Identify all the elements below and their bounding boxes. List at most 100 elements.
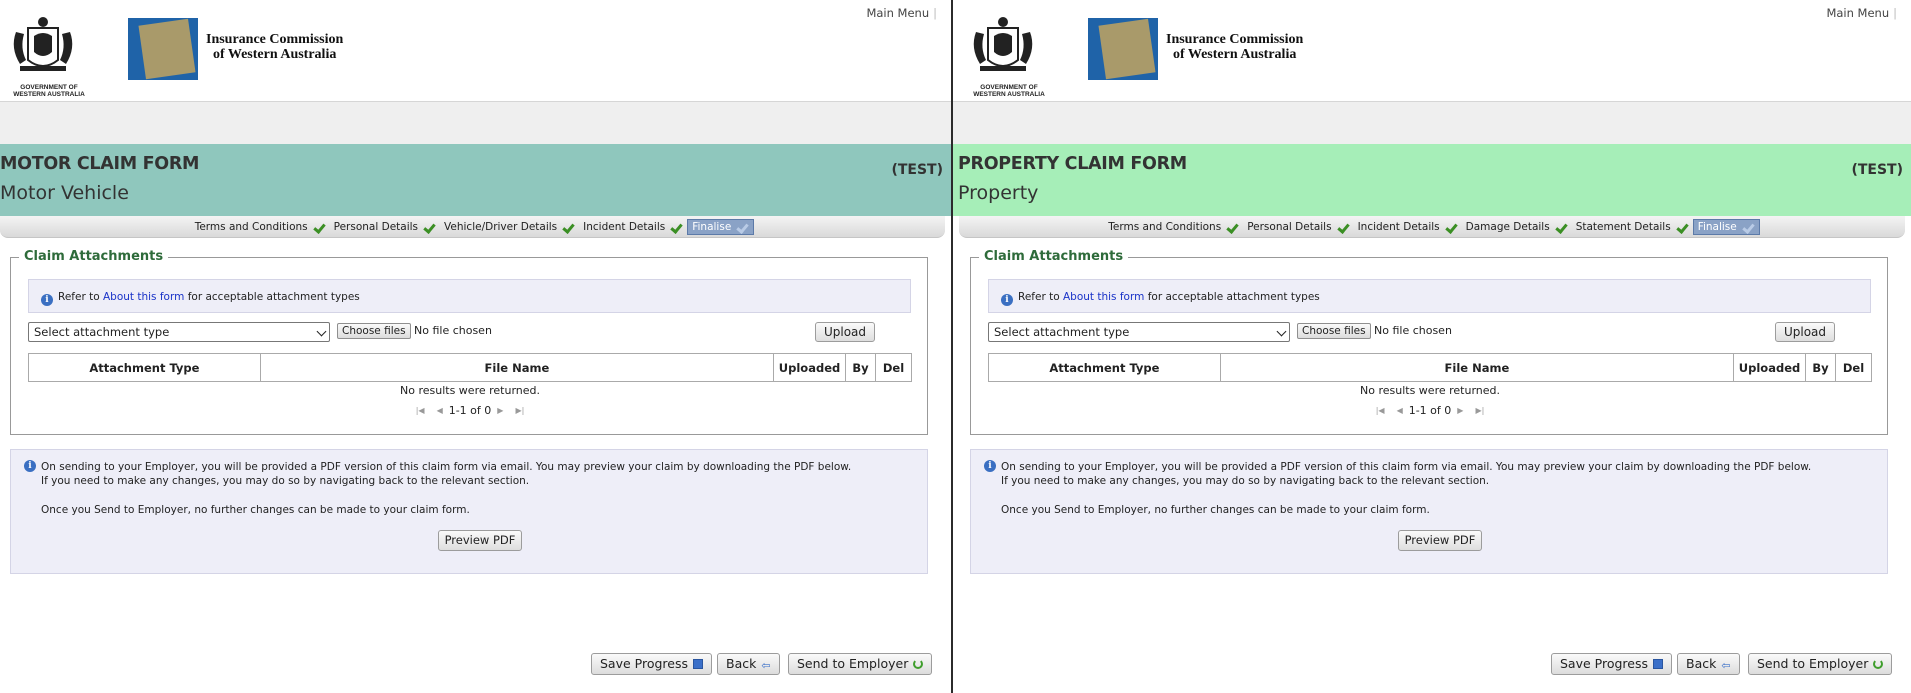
info-line-1: On sending to your Employer, you will be… xyxy=(1001,461,1812,473)
preview-pdf-button[interactable]: Preview PDF xyxy=(438,530,522,551)
gov-logo-text: GOVERNMENT OF WESTERN AUSTRALIA xyxy=(973,84,1045,98)
info-icon: i xyxy=(1001,294,1013,306)
claim-attachments-fieldset: Claim Attachments i Refer to About this f… xyxy=(10,249,929,435)
info-line-2: If you need to make any changes, you may… xyxy=(1001,475,1490,487)
col-by[interactable]: By xyxy=(1805,353,1836,382)
preview-pdf-button[interactable]: Preview PDF xyxy=(1398,530,1482,551)
attachment-type-select[interactable]: Select attachment type xyxy=(28,322,330,342)
step-vehicle-driver[interactable]: Vehicle/Driver Details xyxy=(440,221,579,233)
info-icon: i xyxy=(24,460,36,472)
progress-steps: Terms and Conditions Personal Details Ve… xyxy=(0,216,945,238)
send-to-employer-button[interactable]: Send to Employer xyxy=(788,653,933,675)
government-crest-logo: GOVERNMENT OF WESTERN AUSTRALIA xyxy=(966,14,1045,98)
claim-attachments-fieldset: Claim Attachments i Refer to About this f… xyxy=(970,249,1889,435)
check-icon xyxy=(314,222,326,232)
attachments-legend: Claim Attachments xyxy=(19,249,169,264)
gov-logo-text: GOVERNMENT OF WESTERN AUSTRALIA xyxy=(13,84,85,98)
first-page-icon[interactable]: |◀ xyxy=(416,406,425,415)
prev-page-icon[interactable]: ◀ xyxy=(437,406,443,415)
upload-button[interactable]: Upload xyxy=(815,322,875,342)
step-damage[interactable]: Damage Details xyxy=(1462,221,1572,233)
form-title: PROPERTY CLAIM FORM xyxy=(958,154,1187,174)
pager: |◀ ◀ 1-1 of 0 ▶ ▶| xyxy=(11,404,929,417)
next-page-icon[interactable]: ▶ xyxy=(497,406,503,415)
sending-info-panel: i On sending to your Employer, you will … xyxy=(10,449,928,574)
check-icon xyxy=(563,222,575,232)
choose-files-button[interactable]: Choose files xyxy=(1297,323,1371,339)
no-results-text: No results were returned. xyxy=(400,384,540,397)
info-icon: i xyxy=(41,294,53,306)
step-personal[interactable]: Personal Details xyxy=(1243,221,1353,233)
check-icon xyxy=(1338,222,1350,232)
col-attachment-type[interactable]: Attachment Type xyxy=(28,353,261,382)
check-icon xyxy=(1677,222,1689,232)
prev-page-icon[interactable]: ◀ xyxy=(1397,406,1403,415)
step-terms[interactable]: Terms and Conditions xyxy=(1104,221,1243,233)
check-icon xyxy=(1227,222,1239,232)
save-progress-button[interactable]: Save Progress xyxy=(1551,653,1673,675)
chevron-down-icon xyxy=(316,326,327,337)
progress-steps: Terms and Conditions Personal Details In… xyxy=(959,216,1905,238)
arrow-left-icon: ⇦ xyxy=(761,659,771,672)
form-subtitle: Property xyxy=(958,182,1039,204)
last-page-icon[interactable]: ▶| xyxy=(515,406,524,415)
form-subtitle: Motor Vehicle xyxy=(0,182,129,204)
choose-files-button[interactable]: Choose files xyxy=(337,323,411,339)
col-file-name[interactable]: File Name xyxy=(1219,353,1735,382)
refresh-arrow-icon xyxy=(913,659,924,669)
step-terms[interactable]: Terms and Conditions xyxy=(191,221,330,233)
about-form-link[interactable]: About this form xyxy=(1063,291,1144,303)
save-icon xyxy=(1653,659,1664,669)
main-menu-link[interactable]: Main Menu xyxy=(866,6,937,20)
col-del: Del xyxy=(1834,353,1873,382)
save-progress-button[interactable]: Save Progress xyxy=(591,653,713,675)
col-del: Del xyxy=(874,353,913,382)
government-crest-logo: GOVERNMENT OF WESTERN AUSTRALIA xyxy=(6,14,85,98)
back-button[interactable]: Back ⇦ xyxy=(717,653,780,675)
col-file-name[interactable]: File Name xyxy=(259,353,775,382)
upload-button[interactable]: Upload xyxy=(1775,322,1835,342)
first-page-icon[interactable]: |◀ xyxy=(1376,406,1385,415)
attachments-table: Attachment Type File Name Uploaded By De… xyxy=(28,353,913,382)
test-tag: (TEST) xyxy=(1851,162,1903,178)
motor-claim-pane: GOVERNMENT OF WESTERN AUSTRALIA Insuranc… xyxy=(0,0,951,693)
icwa-logo xyxy=(128,18,198,80)
send-to-employer-button[interactable]: Send to Employer xyxy=(1748,653,1893,675)
info-line-2: If you need to make any changes, you may… xyxy=(41,475,530,487)
refresh-arrow-icon xyxy=(1873,659,1884,669)
col-uploaded[interactable]: Uploaded xyxy=(1733,353,1807,382)
step-statement[interactable]: Statement Details xyxy=(1572,221,1693,233)
form-title-band: MOTOR CLAIM FORM Motor Vehicle (TEST) xyxy=(0,144,951,216)
attachment-info: i Refer to About this form for acceptable… xyxy=(988,279,1871,313)
step-finalise[interactable]: Finalise xyxy=(1692,218,1760,235)
last-page-icon[interactable]: ▶| xyxy=(1475,406,1484,415)
info-line-1: On sending to your Employer, you will be… xyxy=(41,461,852,473)
step-personal[interactable]: Personal Details xyxy=(330,221,440,233)
next-page-icon[interactable]: ▶ xyxy=(1457,406,1463,415)
step-incident[interactable]: Incident Details xyxy=(1354,221,1462,233)
check-icon xyxy=(1743,222,1755,232)
form-title: MOTOR CLAIM FORM xyxy=(0,154,200,174)
pager: |◀ ◀ 1-1 of 0 ▶ ▶| xyxy=(971,404,1889,417)
check-icon xyxy=(1446,222,1458,232)
col-uploaded[interactable]: Uploaded xyxy=(773,353,847,382)
page-header: GOVERNMENT OF WESTERN AUSTRALIA Insuranc… xyxy=(0,0,951,102)
info-line-3: Once you Send to Employer, no further ch… xyxy=(1001,504,1430,516)
org-name: Insurance Commission of Western Australi… xyxy=(206,32,344,62)
info-line-3: Once you Send to Employer, no further ch… xyxy=(41,504,470,516)
main-menu-link[interactable]: Main Menu xyxy=(1826,6,1897,20)
spacer-band xyxy=(0,102,951,144)
sending-info-panel: i On sending to your Employer, you will … xyxy=(970,449,1888,574)
form-title-band: PROPERTY CLAIM FORM Property (TEST) xyxy=(953,144,1911,216)
attachment-type-select[interactable]: Select attachment type xyxy=(988,322,1290,342)
back-button[interactable]: Back ⇦ xyxy=(1677,653,1740,675)
about-form-link[interactable]: About this form xyxy=(103,291,184,303)
step-incident[interactable]: Incident Details xyxy=(579,221,687,233)
col-attachment-type[interactable]: Attachment Type xyxy=(988,353,1221,382)
check-icon xyxy=(1556,222,1568,232)
check-icon xyxy=(671,222,683,232)
col-by[interactable]: By xyxy=(845,353,876,382)
step-finalise[interactable]: Finalise xyxy=(687,218,755,235)
attachments-legend: Claim Attachments xyxy=(979,249,1129,264)
chevron-down-icon xyxy=(1276,326,1287,337)
